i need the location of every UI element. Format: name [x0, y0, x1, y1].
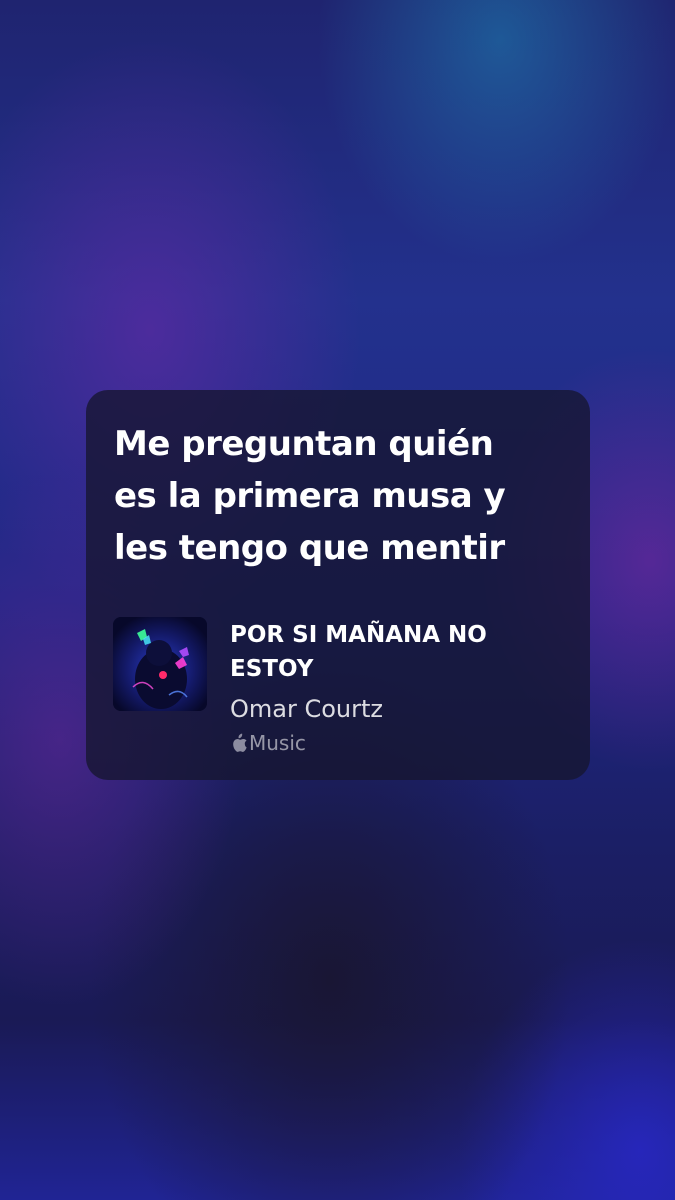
- song-title[interactable]: POR SI MAÑANA NO ESTOY: [230, 618, 550, 686]
- lyrics-line: Me preguntan quién: [114, 424, 494, 464]
- apple-music-badge: Music: [230, 730, 306, 756]
- lyrics-share-card: Me preguntan quién es la primera musa y …: [86, 390, 590, 780]
- artist-name[interactable]: Omar Courtz: [230, 692, 383, 726]
- album-artwork[interactable]: [113, 617, 207, 711]
- album-artwork-image: [113, 617, 207, 711]
- lyrics-text: Me preguntan quién es la primera musa y …: [114, 418, 574, 574]
- lyrics-line: les tengo que mentir: [114, 528, 505, 568]
- lyrics-line: es la primera musa y: [114, 476, 506, 516]
- apple-logo-icon: [233, 733, 247, 752]
- service-name: Music: [249, 731, 306, 755]
